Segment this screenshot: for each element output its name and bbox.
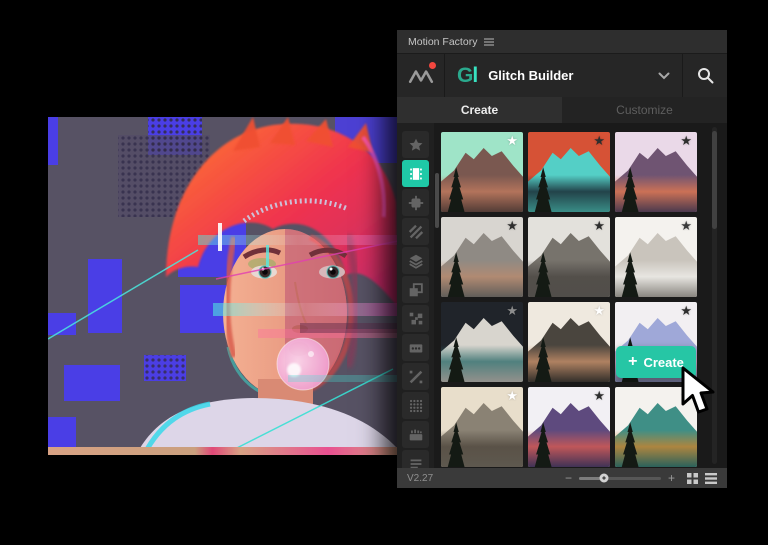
notification-dot bbox=[429, 62, 436, 69]
grid-view-icon[interactable] bbox=[687, 473, 698, 484]
panel-content: ★ ★ ★ ★ ★ ★ ★ ★ ★ + Create ★ ★ ★ bbox=[397, 123, 727, 468]
chevron-down-icon[interactable] bbox=[658, 67, 670, 85]
header-row: Gl Glitch Builder bbox=[397, 53, 727, 97]
favorite-star-icon[interactable]: ★ bbox=[680, 303, 692, 319]
preset-thumbnail-1[interactable]: ★ bbox=[441, 132, 523, 212]
sidebar-layers-button[interactable] bbox=[402, 247, 429, 274]
preset-thumbnail-2[interactable]: ★ bbox=[528, 132, 610, 212]
favorite-star-icon[interactable]: ★ bbox=[593, 133, 605, 149]
pack-name: Glitch Builder bbox=[488, 68, 573, 83]
tab-bar: Create Customize bbox=[397, 97, 727, 123]
motion-factory-panel: Motion Factory Gl Glitch Builder bbox=[397, 30, 727, 488]
search-button[interactable] bbox=[682, 54, 727, 97]
duplicate-copy-icon bbox=[407, 281, 425, 299]
zoom-in-button[interactable]: + bbox=[668, 472, 675, 484]
glitch-portrait-art bbox=[48, 117, 398, 455]
film-cell-icon bbox=[407, 339, 425, 357]
glitch-portrait-preview bbox=[48, 117, 398, 455]
sidebar-diagonal-stripe-button[interactable] bbox=[402, 363, 429, 390]
sidebar-plugin-effects-button[interactable] bbox=[402, 189, 429, 216]
favorite-star-icon[interactable]: ★ bbox=[506, 218, 518, 234]
zoom-slider[interactable] bbox=[579, 477, 661, 480]
sidebar-scrollbar[interactable] bbox=[435, 173, 439, 228]
favorite-star-icon[interactable]: ★ bbox=[506, 388, 518, 404]
diagonal-stripe-icon bbox=[407, 368, 425, 386]
preset-thumbnail-8[interactable]: ★ bbox=[528, 302, 610, 382]
favorite-star-icon[interactable]: ★ bbox=[680, 218, 692, 234]
plugin-effects-icon bbox=[407, 194, 425, 212]
preset-thumbnail-11[interactable]: ★ bbox=[528, 387, 610, 467]
pack-selector[interactable]: Gl Glitch Builder bbox=[445, 54, 682, 97]
tab-customize[interactable]: Customize bbox=[562, 97, 727, 123]
tab-create[interactable]: Create bbox=[397, 97, 562, 123]
sidebar-duplicate-copy-button[interactable] bbox=[402, 276, 429, 303]
panel-titlebar[interactable]: Motion Factory bbox=[397, 30, 727, 53]
layers-icon bbox=[407, 252, 425, 270]
preset-grid: ★ ★ ★ ★ ★ ★ ★ ★ ★ + Create ★ ★ ★ bbox=[441, 132, 697, 468]
panel-menu-icon[interactable] bbox=[484, 38, 494, 46]
preset-thumbnail-9[interactable]: ★ + Create bbox=[615, 302, 697, 382]
view-toggle-group bbox=[687, 473, 717, 484]
favorites-star-icon bbox=[407, 136, 425, 154]
preset-thumbnail-7[interactable]: ★ bbox=[441, 302, 523, 382]
create-button[interactable]: + Create bbox=[616, 346, 696, 378]
preset-thumbnail-3[interactable]: ★ bbox=[615, 132, 697, 212]
panel-title: Motion Factory bbox=[408, 36, 477, 48]
preset-thumbnail-6[interactable]: ★ bbox=[615, 217, 697, 297]
zoom-slider-handle[interactable] bbox=[599, 474, 608, 483]
glitch-builder-logo: Gl bbox=[457, 65, 477, 86]
list-view-icon[interactable] bbox=[705, 473, 717, 484]
plus-icon: + bbox=[628, 354, 637, 370]
halftone-dots-icon bbox=[407, 397, 425, 415]
preset-thumbnail-5[interactable]: ★ bbox=[528, 217, 610, 297]
sidebar-glitch-scatter-button[interactable] bbox=[402, 305, 429, 332]
text-lines-icon bbox=[407, 455, 425, 469]
sidebar-keys-button[interactable] bbox=[402, 421, 429, 448]
status-bar: V2.27 − + bbox=[397, 468, 727, 488]
motion-factory-logo[interactable] bbox=[397, 54, 445, 97]
filmstrip-presets-icon bbox=[407, 165, 425, 183]
search-icon bbox=[697, 67, 714, 84]
thumbnail-zoom-control: − + bbox=[565, 472, 675, 484]
sidebar-text-lines-button[interactable] bbox=[402, 450, 429, 468]
favorite-star-icon[interactable]: ★ bbox=[593, 218, 605, 234]
favorite-star-icon[interactable]: ★ bbox=[680, 133, 692, 149]
favorite-star-icon[interactable]: ★ bbox=[506, 303, 518, 319]
preset-thumbnail-12[interactable]: ★ bbox=[615, 387, 697, 467]
version-label: V2.27 bbox=[407, 473, 433, 484]
preset-thumbnail-10[interactable]: ★ bbox=[441, 387, 523, 467]
grid-scrollbar[interactable] bbox=[712, 131, 717, 229]
favorite-star-icon[interactable]: ★ bbox=[593, 388, 605, 404]
diagonal-stripes-icon bbox=[407, 223, 425, 241]
keys-icon bbox=[407, 426, 425, 444]
zoom-out-button[interactable]: − bbox=[565, 472, 572, 484]
sidebar-favorites-star-button[interactable] bbox=[402, 131, 429, 158]
sidebar-film-cell-button[interactable] bbox=[402, 334, 429, 361]
create-button-label: Create bbox=[643, 355, 683, 370]
favorite-star-icon[interactable]: ★ bbox=[506, 133, 518, 149]
category-sidebar bbox=[397, 123, 434, 468]
sidebar-diagonal-stripes-button[interactable] bbox=[402, 218, 429, 245]
preset-thumbnail-4[interactable]: ★ bbox=[441, 217, 523, 297]
screen: Motion Factory Gl Glitch Builder bbox=[0, 0, 768, 545]
glitch-scatter-icon bbox=[407, 310, 425, 328]
sidebar-filmstrip-presets-button[interactable] bbox=[402, 160, 429, 187]
favorite-star-icon[interactable]: ★ bbox=[680, 388, 692, 404]
favorite-star-icon[interactable]: ★ bbox=[593, 303, 605, 319]
sidebar-halftone-dots-button[interactable] bbox=[402, 392, 429, 419]
